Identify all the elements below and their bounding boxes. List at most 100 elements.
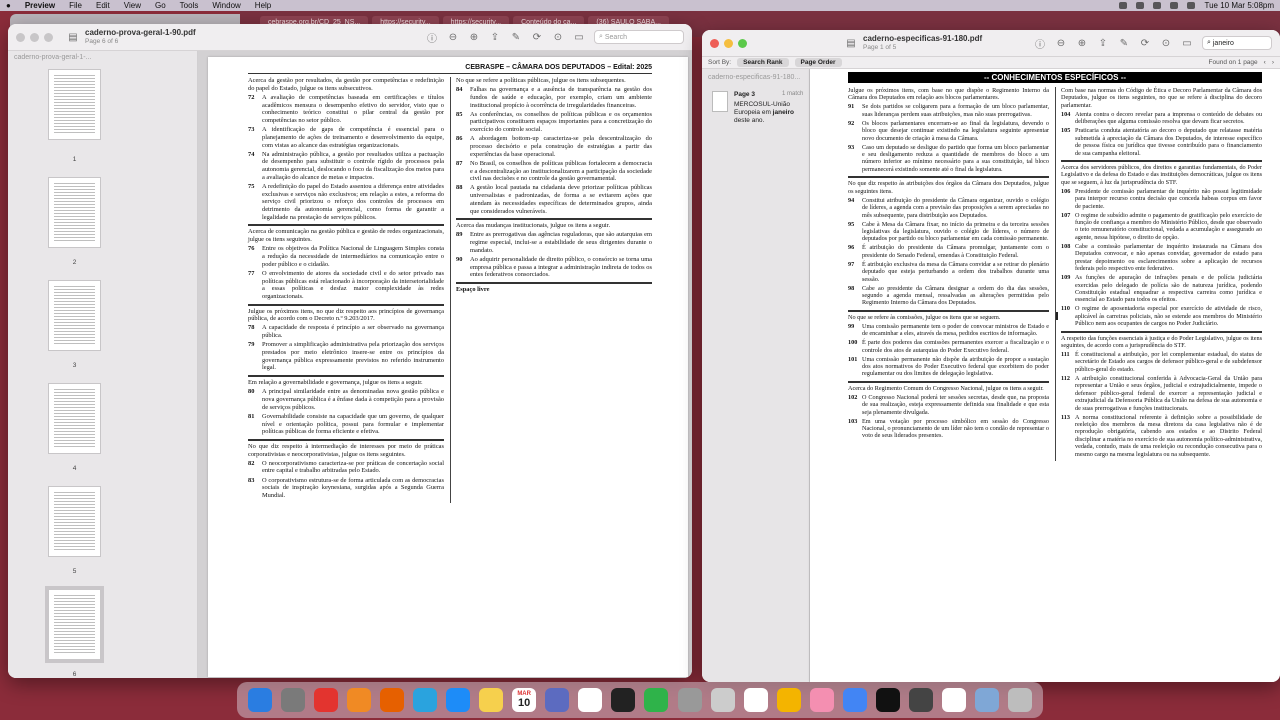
menu-app-name[interactable]: Preview <box>25 1 55 10</box>
question-number: 76 <box>248 245 255 253</box>
zoom-out-icon[interactable]: ⊖ <box>1055 37 1067 49</box>
question-section: Julgue os próximos itens, com base no qu… <box>848 87 1049 173</box>
previous-result-icon[interactable]: ‹ <box>1264 59 1266 66</box>
settings-icon[interactable] <box>280 688 305 712</box>
markup-icon[interactable]: ✎ <box>1118 37 1130 49</box>
sidebar-toggle-icon[interactable]: ▤ <box>845 37 857 49</box>
menu-window[interactable]: Window <box>212 1 240 10</box>
zoom-out-icon[interactable]: ⊖ <box>447 31 459 43</box>
menu-file[interactable]: File <box>69 1 82 10</box>
page-thumbnail-4[interactable] <box>48 383 101 454</box>
menu-clock[interactable]: Tue 10 Mar 5:08pm <box>1204 1 1274 10</box>
zoom-in-icon[interactable]: ⊕ <box>1076 37 1088 49</box>
dock: MAR 10 <box>237 682 1043 718</box>
menu-view[interactable]: View <box>124 1 141 10</box>
battery-icon[interactable] <box>1153 2 1162 9</box>
safari-icon[interactable] <box>446 688 470 712</box>
zoom-button[interactable] <box>738 38 747 48</box>
app-icon[interactable] <box>809 688 834 712</box>
search-input[interactable]: ⌕ janeiro <box>1202 36 1272 50</box>
notes-icon[interactable] <box>479 688 504 712</box>
question-section: Em relação a governabilidade e governanç… <box>248 375 444 436</box>
question-number: 106 <box>1061 187 1071 195</box>
sort-search-rank-button[interactable]: Search Rank <box>737 58 789 67</box>
pdf-page: CEBRASPE – CÂMARA DOS DEPUTADOS – Edital… <box>208 57 688 677</box>
terminal-icon[interactable] <box>611 688 636 712</box>
search-input[interactable]: ⌕ Search <box>594 30 684 44</box>
page-thumbnail-3[interactable] <box>48 280 101 351</box>
question-text: Atenta contra o decoro revelar para a im… <box>1075 110 1262 126</box>
zoom-button[interactable] <box>44 32 53 42</box>
sublime-icon[interactable] <box>346 688 371 712</box>
next-result-icon[interactable]: › <box>1272 59 1274 66</box>
question-number: 108 <box>1061 242 1071 250</box>
annotate-icon[interactable]: ⊙ <box>1160 37 1172 49</box>
question-number: 112 <box>1061 374 1070 382</box>
menu-tools[interactable]: Tools <box>180 1 199 10</box>
question-text: É atribuição exclusiva da mesa da Câmara… <box>862 260 1049 283</box>
page-thumbnail-1[interactable] <box>48 69 101 140</box>
menu-go[interactable]: Go <box>155 1 166 10</box>
question-text: Uma comissão permanente não dispõe da at… <box>862 355 1049 378</box>
trash-icon[interactable] <box>1008 688 1033 712</box>
page-column-left: Julgue os próximos itens, com base no qu… <box>848 87 1049 461</box>
question-number: 83 <box>248 476 255 484</box>
close-button[interactable] <box>710 38 719 48</box>
preview-icon[interactable] <box>975 688 1000 712</box>
rotate-icon[interactable]: ⟳ <box>1139 37 1151 49</box>
textedit-icon[interactable] <box>710 688 735 712</box>
docs-icon[interactable] <box>842 688 867 712</box>
launchpad-icon[interactable] <box>545 688 570 712</box>
sort-page-order-button[interactable]: Page Order <box>794 58 842 67</box>
result-match-count: 1 match <box>782 91 804 97</box>
page-thumbnail-2[interactable] <box>48 177 101 248</box>
markup-icon[interactable]: ✎ <box>510 31 522 43</box>
question-item: 102 O Congresso Nacional poderá ter sessõ… <box>848 394 1049 416</box>
anydesk-icon[interactable] <box>313 688 338 712</box>
gmail-icon[interactable] <box>743 688 768 712</box>
form-icon[interactable]: ▭ <box>1181 37 1193 49</box>
chatgpt-icon[interactable] <box>942 688 967 712</box>
minimize-button[interactable] <box>724 38 733 48</box>
record-icon[interactable] <box>1119 2 1128 9</box>
reminders-icon[interactable] <box>578 688 603 712</box>
thumb-number: 1 <box>72 156 77 163</box>
page-thumbnail-6[interactable] <box>45 586 104 663</box>
numbers-icon[interactable] <box>644 688 669 712</box>
appstore-icon[interactable] <box>876 688 901 712</box>
search-icon[interactable] <box>1170 2 1179 9</box>
share-icon[interactable]: ⇪ <box>1097 37 1109 49</box>
document-view[interactable]: CEBRASPE – CÂMARA DOS DEPUTADOS – Edital… <box>198 51 692 678</box>
search-value: janeiro <box>1212 39 1234 47</box>
thumb-number: 2 <box>72 259 77 266</box>
question-text: A norma constitucional referente à defin… <box>1075 413 1262 458</box>
info-icon[interactable]: ⓘ <box>1034 37 1046 51</box>
annotate-icon[interactable]: ⊙ <box>552 31 564 43</box>
gear-icon[interactable] <box>909 688 934 712</box>
question-number: 89 <box>456 231 463 239</box>
document-view[interactable]: -- CONHECIMENTOS ESPECÍFICOS -- Julgue o… <box>810 69 1280 682</box>
menu-edit[interactable]: Edit <box>96 1 110 10</box>
control-center-icon[interactable] <box>1187 2 1196 9</box>
drive-icon[interactable] <box>776 688 801 712</box>
page-thumbnail-5[interactable] <box>48 486 101 557</box>
scripteditor-icon[interactable] <box>677 688 702 712</box>
share-icon[interactable]: ⇪ <box>489 31 501 43</box>
close-button[interactable] <box>16 32 25 42</box>
firefox-icon[interactable] <box>379 688 404 712</box>
question-item: 98 Cabe ao presidente da Câmara designar … <box>848 285 1049 307</box>
sidebar-toggle-icon[interactable]: ▤ <box>67 31 79 43</box>
telegram-icon[interactable] <box>412 688 437 712</box>
rotate-icon[interactable]: ⟳ <box>531 31 543 43</box>
form-icon[interactable]: ▭ <box>573 31 585 43</box>
calendar-icon[interactable]: MAR 10 <box>512 688 537 712</box>
apple-icon[interactable]: ● <box>6 1 11 10</box>
finder-icon[interactable] <box>247 688 272 712</box>
minimize-button[interactable] <box>30 32 39 42</box>
question-text: Constitui atribuição do presidente da Câ… <box>862 196 1049 219</box>
zoom-in-icon[interactable]: ⊕ <box>468 31 480 43</box>
menu-help[interactable]: Help <box>255 1 271 10</box>
question-item: 104 Atenta contra o decoro revelar para a… <box>1061 111 1262 126</box>
wifi-icon[interactable] <box>1136 2 1145 9</box>
info-icon[interactable]: ⓘ <box>426 31 438 45</box>
